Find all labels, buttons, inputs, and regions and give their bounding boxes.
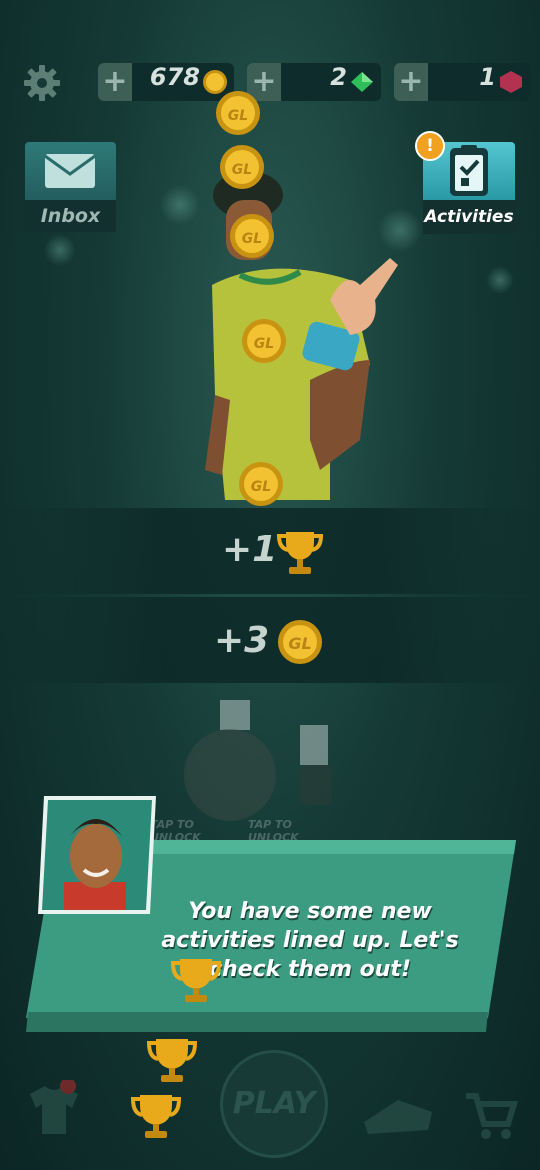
trophy-icon: [276, 532, 324, 574]
tokens-value: 1: [479, 63, 496, 91]
red-token-icon: [500, 71, 522, 93]
gl-coin-icon: GL: [278, 620, 322, 664]
gl-coin-icon: [203, 70, 227, 94]
shop-cart-icon[interactable]: [462, 1090, 518, 1142]
flying-trophies: [130, 959, 222, 1138]
inbox-label: Inbox: [25, 200, 116, 232]
gems-counter: + 2: [247, 63, 381, 101]
activities-label: Activities: [423, 200, 515, 234]
coins-counter: + 678: [98, 63, 234, 101]
green-gem-icon: [351, 72, 373, 92]
play-button[interactable]: PLAY: [220, 1050, 328, 1158]
player-character: [184, 171, 398, 821]
team-shirt-icon[interactable]: [20, 1080, 90, 1140]
tokens-counter: + 1: [394, 63, 530, 101]
add-tokens-button[interactable]: +: [394, 63, 428, 101]
svg-text:GL: GL: [288, 634, 311, 653]
coin-reward-row: [0, 597, 540, 683]
trophy-icon: [146, 1039, 198, 1082]
coach-avatar: [38, 796, 156, 914]
trophy-icon: [130, 1095, 182, 1138]
inbox-button[interactable]: Inbox: [25, 142, 116, 232]
boots-icon[interactable]: [358, 1092, 438, 1142]
coins-value: 678: [149, 63, 200, 91]
trophy-icon: [170, 959, 222, 1002]
activities-alert-badge: !: [415, 131, 445, 161]
add-coins-button[interactable]: +: [98, 63, 132, 101]
envelope-icon: [44, 154, 96, 188]
add-gems-button[interactable]: +: [247, 63, 281, 101]
settings-gear-icon[interactable]: [22, 63, 62, 103]
coin-reward-amount: +3: [214, 620, 270, 661]
trophy-reward-amount: +1: [222, 529, 278, 570]
gems-value: 2: [330, 63, 347, 91]
